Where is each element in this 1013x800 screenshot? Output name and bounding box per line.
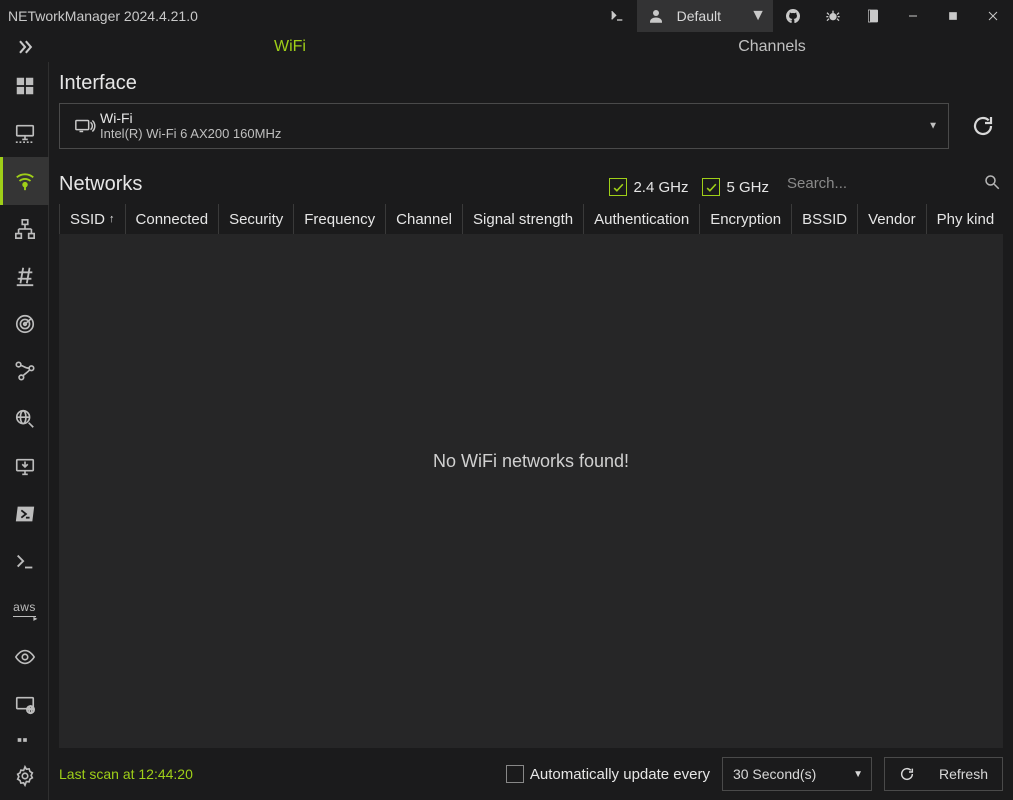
footer-bar: Last scan at 12:44:20 Automatically upda… [59,748,1003,800]
empty-state-message: No WiFi networks found! [433,451,629,472]
nav-more[interactable] [0,729,49,753]
github-icon[interactable] [773,0,813,32]
nav-powershell[interactable] [0,490,49,538]
filter-5ghz-checkbox[interactable]: 5 GHz [702,178,769,196]
chevron-down-icon: ▼ [749,7,767,25]
bug-icon[interactable] [813,0,853,32]
search-icon[interactable] [983,173,1001,196]
chevron-down-icon: ▼ [928,121,938,132]
interface-selector[interactable]: Wi-Fi Intel(R) Wi-Fi 6 AX200 160MHz ▼ [59,103,949,149]
profile-label: Default [673,8,741,24]
tabs-row: WiFi Channels [0,32,1013,62]
content-pane: Interface Wi-Fi Intel(R) Wi-Fi 6 AX200 1… [49,62,1013,800]
col-security[interactable]: Security [219,204,294,234]
minimize-button[interactable] [893,0,933,32]
nav-ip-scanner[interactable] [0,205,49,253]
networks-section-title: Networks [59,173,142,196]
sidebar: aws▸ [0,62,49,800]
nav-dns-lookup[interactable] [0,395,49,443]
monitor-arrow-icon [14,456,36,478]
auto-update-checkbox[interactable]: Automatically update every [506,765,710,783]
nav-aws[interactable]: aws▸ [0,586,49,634]
monitor-network-icon [14,122,36,144]
col-connected[interactable]: Connected [126,204,220,234]
aws-icon: aws▸ [13,600,36,619]
title-bar: NETworkManager 2024.4.21.0 Default ▼ [0,0,1013,32]
auto-update-label: Automatically update every [530,766,710,783]
check-icon [612,181,625,194]
networks-table: SSID↑ Connected Security Frequency Chann… [59,204,1003,748]
chevron-down-icon: ▼ [853,769,863,780]
filter-24ghz-checkbox[interactable]: 2.4 GHz [609,178,688,196]
filter-24ghz-label: 2.4 GHz [633,179,688,196]
col-vendor[interactable]: Vendor [858,204,927,234]
globe-search-icon [14,408,36,430]
col-encryption[interactable]: Encryption [700,204,792,234]
app-title: NETworkManager 2024.4.21.0 [0,8,198,24]
sidebar-expand-button[interactable] [0,32,49,62]
wifi-icon [14,170,36,192]
powershell-icon [14,503,36,525]
tab-wifi[interactable]: WiFi [49,32,531,62]
interval-value: 30 Second(s) [733,766,816,782]
more-icon [14,729,36,751]
nav-putty[interactable] [0,538,49,586]
terminal-icon[interactable] [597,0,637,32]
eye-icon [14,646,36,668]
col-channel[interactable]: Channel [386,204,463,234]
refresh-interface-button[interactable] [963,103,1003,149]
nav-port-scanner[interactable] [0,252,49,300]
monitor-globe-icon [14,694,36,716]
gear-icon [14,765,36,787]
nav-remote-desktop[interactable] [0,443,49,491]
refresh-button[interactable]: Refresh [884,757,1003,791]
interval-selector[interactable]: 30 Second(s) ▼ [722,757,872,791]
route-icon [14,360,36,382]
adapter-icon [70,115,100,137]
nav-tigervnc[interactable] [0,633,49,681]
refresh-button-label: Refresh [939,766,988,782]
network-tree-icon [14,218,36,240]
maximize-button[interactable] [933,0,973,32]
col-phy[interactable]: Phy kind [927,204,1003,234]
interface-section-title: Interface [59,62,1003,103]
filter-5ghz-label: 5 GHz [726,179,769,196]
nav-settings[interactable] [0,752,49,800]
refresh-icon [899,766,915,782]
profile-selector[interactable]: Default ▼ [637,0,773,32]
hash-icon [14,265,36,287]
last-scan-label: Last scan at 12:44:20 [59,766,193,782]
col-signal[interactable]: Signal strength [463,204,584,234]
radar-icon [14,313,36,335]
col-auth[interactable]: Authentication [584,204,700,234]
tab-channels[interactable]: Channels [531,32,1013,62]
nav-ping-monitor[interactable] [0,300,49,348]
table-body: No WiFi networks found! [59,234,1003,748]
terminal-prompt-icon [14,551,36,573]
docs-icon[interactable] [853,0,893,32]
nav-wifi[interactable] [0,157,49,205]
check-icon [705,181,718,194]
interface-adapter: Intel(R) Wi-Fi 6 AX200 160MHz [100,127,281,142]
nav-traceroute[interactable] [0,348,49,396]
close-button[interactable] [973,0,1013,32]
dashboard-icon [14,75,36,97]
nav-dashboard[interactable] [0,62,49,110]
user-icon [647,7,665,25]
col-frequency[interactable]: Frequency [294,204,386,234]
search-input[interactable] [783,171,1003,196]
nav-web-console[interactable] [0,681,49,729]
table-header: SSID↑ Connected Security Frequency Chann… [59,204,1003,234]
col-bssid[interactable]: BSSID [792,204,858,234]
col-ssid[interactable]: SSID↑ [60,204,126,234]
interface-name: Wi-Fi [100,110,281,126]
nav-network-interface[interactable] [0,110,49,158]
